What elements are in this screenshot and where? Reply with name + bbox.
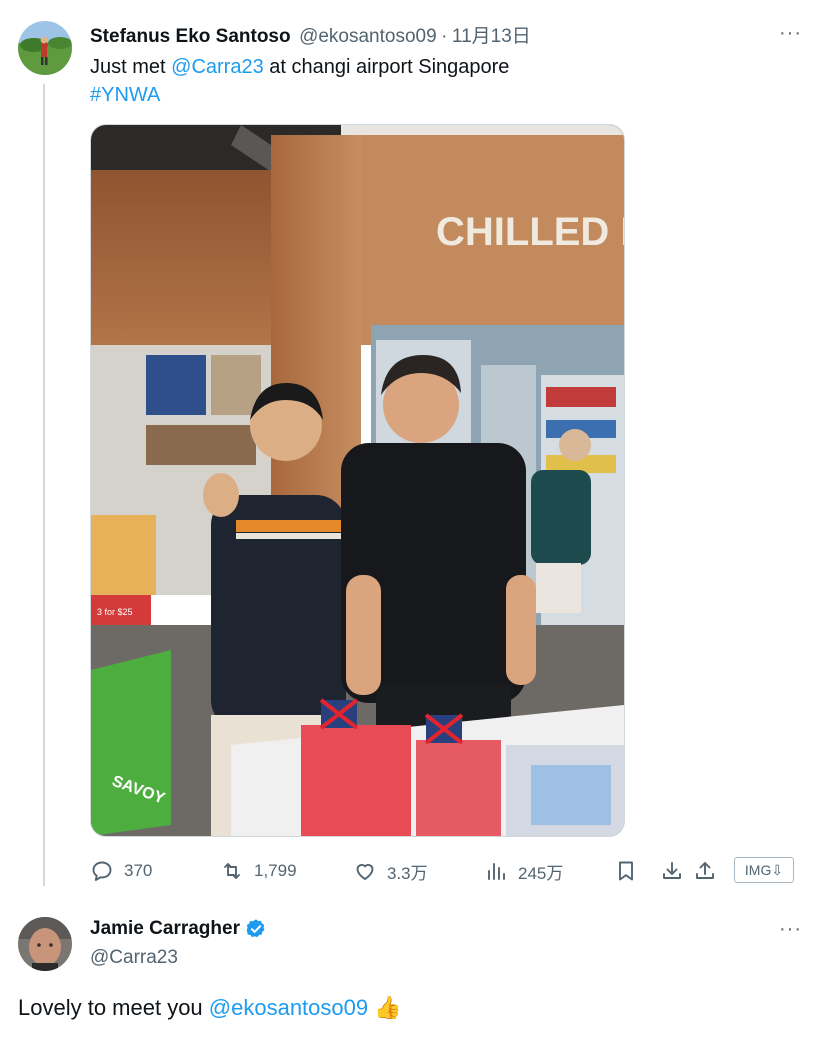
bookmark-button[interactable] — [614, 857, 638, 885]
verified-badge-icon — [246, 919, 265, 938]
reply-button[interactable]: 370 — [90, 857, 152, 885]
retweet-button[interactable]: 1,799 — [220, 857, 297, 885]
reply-text-prefix: Lovely to meet you — [18, 995, 209, 1020]
hashtag-link[interactable]: #YNWA — [90, 84, 160, 106]
tweet-date[interactable]: 11月13日 — [452, 26, 531, 47]
share-icon — [696, 862, 714, 879]
download-button[interactable] — [660, 857, 684, 885]
tweet-text-prefix: Just met — [90, 56, 172, 78]
reply-author-handle[interactable]: @Carra23 — [90, 947, 178, 969]
views-count: 245万 — [518, 863, 564, 883]
author-handle[interactable]: @ekosantoso09 — [299, 26, 437, 47]
reply-mention-link[interactable]: @ekosantoso09 — [209, 995, 368, 1020]
reply-more-options-icon[interactable]: ··· — [779, 918, 802, 941]
reply-author-name[interactable]: Jamie Carragher — [90, 918, 240, 940]
more-options-icon[interactable]: ··· — [779, 22, 802, 45]
retweet-icon — [224, 863, 240, 879]
tweet-text-suffix: at changi airport Singapore — [263, 56, 510, 78]
views-button[interactable]: 245万 — [484, 857, 563, 885]
heart-icon — [356, 864, 374, 880]
share-button[interactable] — [693, 857, 717, 885]
photo-store-sign: CHILLED D — [436, 210, 624, 254]
author-name[interactable]: Stefanus Eko Santoso — [90, 26, 291, 47]
views-icon — [488, 863, 505, 880]
thread-connector-line — [43, 84, 45, 886]
reply-count: 370 — [124, 861, 153, 880]
reply-author-avatar[interactable] — [18, 917, 72, 971]
reply-icon — [92, 861, 112, 881]
tweet-mention-link[interactable]: @Carra23 — [171, 56, 264, 78]
photo-price-tag: 3 for $25 — [97, 607, 133, 617]
retweet-count: 1,799 — [254, 861, 297, 880]
img-download-button[interactable]: IMG⇩ — [734, 857, 794, 883]
author-avatar[interactable] — [18, 21, 72, 75]
header-separator: · — [441, 26, 448, 47]
reply-header: Jamie Carragher — [90, 918, 267, 940]
like-count: 3.3万 — [387, 863, 428, 883]
reply-text: Lovely to meet you @ekosantoso09 👍 — [18, 993, 402, 1023]
tweet-photo[interactable]: CHILLED D 3 for $25 SAVOY — [90, 124, 625, 837]
tweet-text: Just met @Carra23 at changi airport Sing… — [90, 53, 790, 109]
bookmark-icon — [619, 861, 633, 881]
thumbs-up-emoji: 👍 — [374, 995, 402, 1020]
like-button[interactable]: 3.3万 — [353, 857, 428, 885]
tweet-header: Stefanus Eko Santoso @ekosantoso09 · 11月… — [90, 21, 531, 48]
download-icon — [663, 862, 681, 879]
